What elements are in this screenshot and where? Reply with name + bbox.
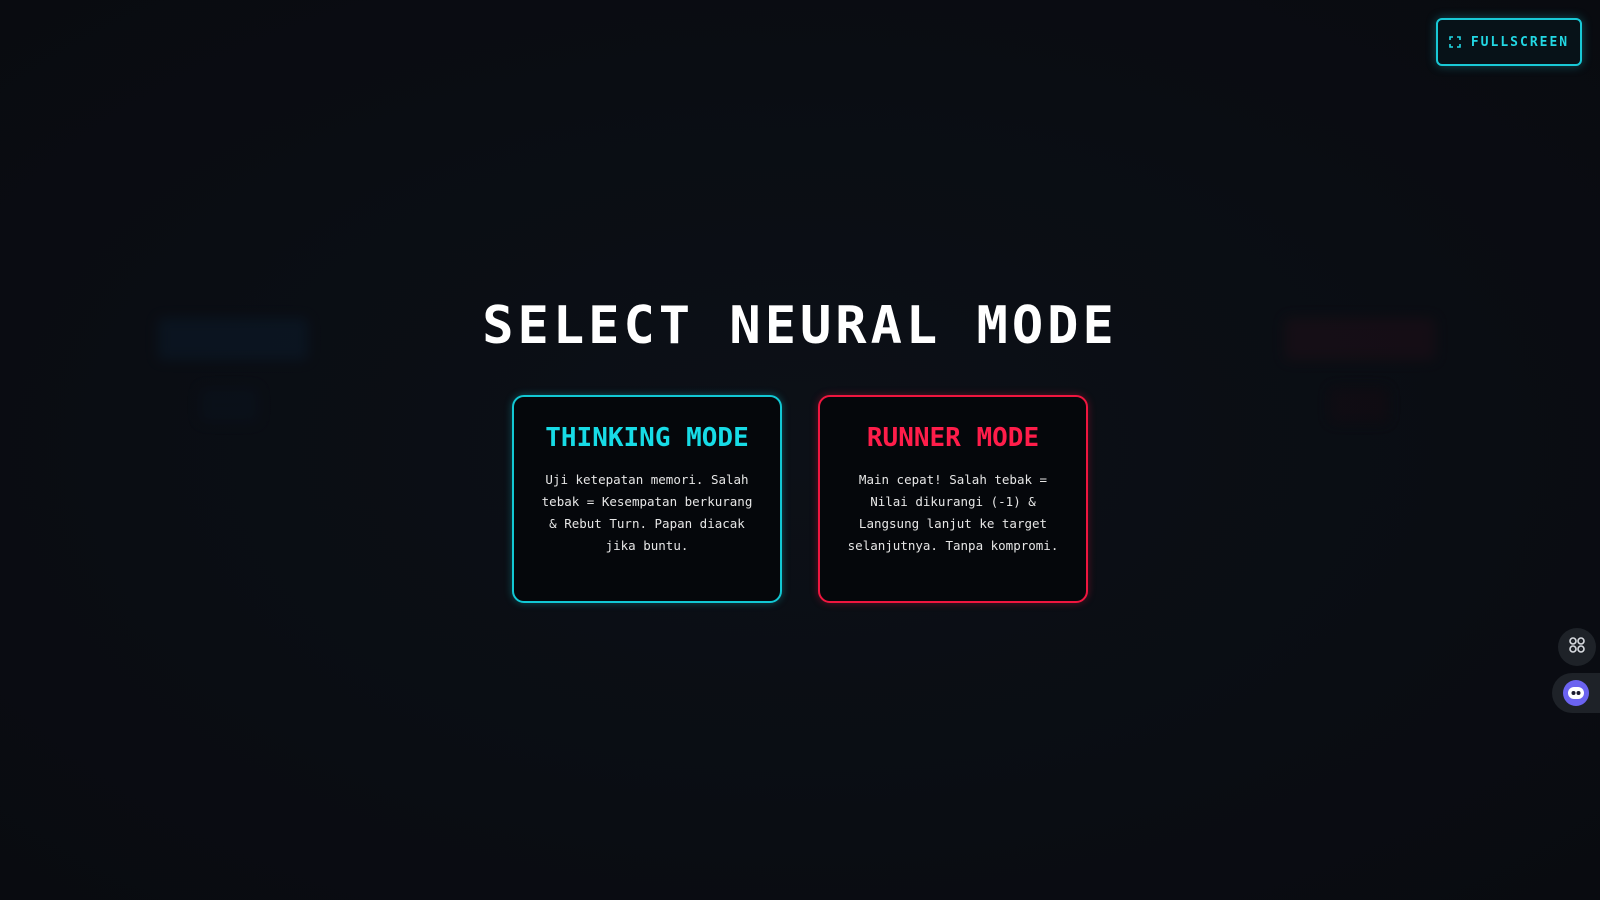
thinking-mode-card[interactable]: THINKING MODE Uji ketepatan memori. Sala…: [512, 395, 782, 603]
bot-icon: [1563, 680, 1589, 706]
page-title: SELECT NEURAL MODE: [482, 296, 1118, 356]
expand-icon: [1449, 36, 1461, 48]
assistant-button[interactable]: [1552, 673, 1600, 713]
grid-menu-button[interactable]: [1558, 628, 1596, 666]
fullscreen-button[interactable]: FULLSCREEN: [1436, 18, 1582, 66]
mode-description: Uji ketepatan memori. Salah tebak = Kese…: [541, 472, 753, 553]
fullscreen-label: FULLSCREEN: [1470, 34, 1570, 50]
background-ghost-block: [200, 388, 258, 422]
game-stage: FULLSCREEN SELECT NEURAL MODE THINKING M…: [0, 0, 1600, 900]
mode-title: THINKING MODE: [545, 423, 749, 453]
grid-icon: [1568, 636, 1586, 658]
mode-title: RUNNER MODE: [866, 423, 1040, 453]
background-ghost-block: [1330, 388, 1388, 422]
mode-description: Main cepat! Salah tebak = Nilai dikurang…: [847, 472, 1059, 553]
runner-mode-card[interactable]: RUNNER MODE Main cepat! Salah tebak = Ni…: [818, 395, 1088, 603]
